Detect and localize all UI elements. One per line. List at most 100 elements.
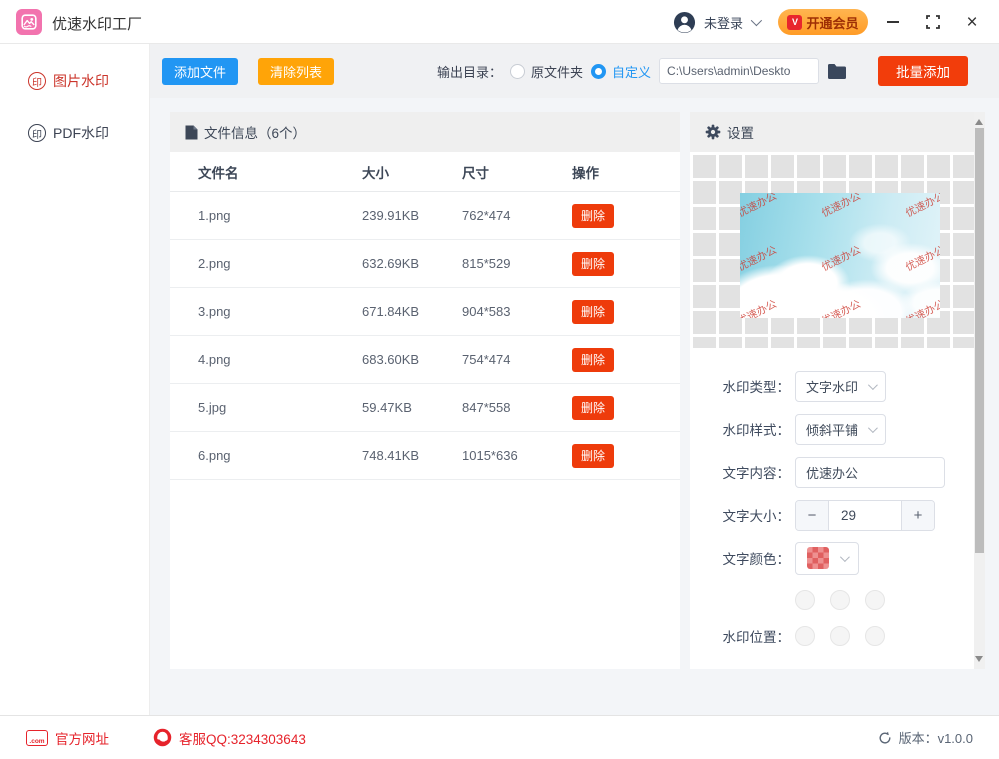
sidebar-item-image-watermark[interactable]: 印 图片水印 xyxy=(0,66,149,96)
file-info-panel: 文件信息（6个） 文件名 大小 尺寸 操作 1.png 239.91KB 762… xyxy=(170,112,680,669)
col-filename: 文件名 xyxy=(170,162,362,182)
file-name: 5.jpg xyxy=(170,400,362,415)
watermark-preview-image: 优速办公 优速办公 优速办公 优速办公 优速办公 优速办公 优速办公 优速办公 … xyxy=(740,193,940,318)
preview-area: 优速办公 优速办公 优速办公 优速办公 优速办公 优速办公 优速办公 优速办公 … xyxy=(690,152,985,348)
watermark-text: 优速办公 xyxy=(740,193,779,221)
footer: .com 官方网址 客服QQ:3234303643 版本：v1.0.0 xyxy=(0,715,999,759)
scroll-down-icon[interactable] xyxy=(975,656,983,662)
file-name: 6.png xyxy=(170,448,362,463)
file-dimensions: 815*529 xyxy=(462,256,572,271)
delete-button[interactable]: 删除 xyxy=(572,204,614,228)
minimize-icon xyxy=(887,21,899,23)
stamp-icon: 印 xyxy=(28,72,46,90)
text-size-label: 文字大小： xyxy=(690,505,790,525)
file-name: 2.png xyxy=(170,256,362,271)
delete-button[interactable]: 删除 xyxy=(572,444,614,468)
maximize-button[interactable] xyxy=(923,12,943,32)
table-row: 4.png 683.60KB 754*474 删除 xyxy=(170,336,680,384)
file-size: 632.69KB xyxy=(362,256,462,271)
watermark-style-select[interactable]: 倾斜平铺 xyxy=(795,414,886,445)
app-title: 优速水印工厂 xyxy=(52,13,142,34)
user-avatar-icon xyxy=(673,11,696,34)
watermark-text: 优速办公 xyxy=(903,296,940,318)
position-radio[interactable] xyxy=(865,626,885,646)
vip-button-label: 开通会员 xyxy=(806,13,858,32)
user-menu[interactable]: 未登录 xyxy=(673,0,759,44)
login-status: 未登录 xyxy=(704,13,743,32)
scrollbar-thumb[interactable] xyxy=(975,128,984,553)
text-content-input[interactable] xyxy=(795,457,945,488)
color-swatch xyxy=(807,547,829,569)
watermark-text: 优速办公 xyxy=(819,193,863,221)
decrease-button[interactable]: − xyxy=(796,501,829,530)
close-button[interactable]: × xyxy=(962,12,982,32)
watermark-text: 优速办公 xyxy=(819,242,863,274)
settings-scrollbar[interactable] xyxy=(974,112,985,669)
watermark-text: 优速办公 xyxy=(740,296,779,318)
maximize-icon xyxy=(926,15,940,29)
batch-add-button[interactable]: 批量添加 xyxy=(878,56,968,86)
position-row-middle: 水印位置： xyxy=(690,626,985,646)
add-files-button[interactable]: 添加文件 xyxy=(162,58,238,85)
table-header: 文件名 大小 尺寸 操作 xyxy=(170,152,680,192)
table-row: 3.png 671.84KB 904*583 删除 xyxy=(170,288,680,336)
official-website-label: 官方网址 xyxy=(55,728,109,748)
position-radio[interactable] xyxy=(795,626,815,646)
file-dimensions: 762*474 xyxy=(462,208,572,223)
radio-original-folder[interactable] xyxy=(510,64,525,79)
file-size: 671.84KB xyxy=(362,304,462,319)
file-size: 59.47KB xyxy=(362,400,462,415)
watermark-style-value: 倾斜平铺 xyxy=(806,420,858,439)
text-size-stepper: − 29 + xyxy=(795,500,935,531)
delete-button[interactable]: 删除 xyxy=(572,348,614,372)
file-panel-header: 文件信息（6个） xyxy=(170,112,680,152)
increase-button[interactable]: + xyxy=(901,501,934,530)
watermark-text: 优速办公 xyxy=(903,242,940,274)
minimize-button[interactable] xyxy=(883,12,903,32)
file-dimensions: 904*583 xyxy=(462,304,572,319)
settings-header: 设置 xyxy=(690,112,985,152)
scroll-up-icon[interactable] xyxy=(975,119,983,125)
text-content-label: 文字内容： xyxy=(690,462,790,482)
file-size: 748.41KB xyxy=(362,448,462,463)
watermark-type-label: 水印类型： xyxy=(690,376,790,396)
radio-original-folder-label[interactable]: 原文件夹 xyxy=(531,62,583,81)
customer-service-icon xyxy=(153,728,172,747)
file-dimensions: 754*474 xyxy=(462,352,572,367)
app-logo-icon xyxy=(16,9,42,35)
customer-service-link[interactable]: 客服QQ:3234303643 xyxy=(153,728,306,748)
chevron-down-icon xyxy=(868,423,878,433)
watermark-position-label: 水印位置： xyxy=(690,626,790,646)
radio-custom-folder-label[interactable]: 自定义 xyxy=(612,62,651,81)
sidebar: 印 图片水印 印 PDF水印 xyxy=(0,44,150,715)
update-icon[interactable] xyxy=(878,731,892,745)
position-radio[interactable] xyxy=(865,590,885,610)
file-size: 683.60KB xyxy=(362,352,462,367)
position-radio[interactable] xyxy=(795,590,815,610)
file-name: 4.png xyxy=(170,352,362,367)
watermark-text: 优速办公 xyxy=(819,296,863,318)
col-size: 大小 xyxy=(362,162,462,182)
delete-button[interactable]: 删除 xyxy=(572,252,614,276)
position-radio[interactable] xyxy=(830,590,850,610)
delete-button[interactable]: 删除 xyxy=(572,300,614,324)
delete-button[interactable]: 删除 xyxy=(572,396,614,420)
position-radio[interactable] xyxy=(830,626,850,646)
watermark-text: 优速办公 xyxy=(740,242,779,274)
output-path-input[interactable] xyxy=(659,58,819,84)
open-vip-button[interactable]: V 开通会员 xyxy=(778,9,868,35)
table-row: 2.png 632.69KB 815*529 删除 xyxy=(170,240,680,288)
file-dimensions: 1015*636 xyxy=(462,448,572,463)
sidebar-item-pdf-watermark[interactable]: 印 PDF水印 xyxy=(0,118,149,148)
watermark-text: 优速办公 xyxy=(903,193,940,221)
clear-list-button[interactable]: 清除列表 xyxy=(258,58,334,85)
settings-title: 设置 xyxy=(727,122,754,142)
watermark-type-select[interactable]: 文字水印 xyxy=(795,371,886,402)
file-panel-title: 文件信息（6个） xyxy=(204,122,306,142)
text-color-picker[interactable] xyxy=(795,542,859,575)
position-row-top xyxy=(795,590,985,610)
sidebar-item-label: 图片水印 xyxy=(53,71,109,91)
browse-folder-icon[interactable] xyxy=(827,63,847,80)
radio-custom-folder[interactable] xyxy=(591,64,606,79)
official-website-link[interactable]: .com 官方网址 xyxy=(26,728,109,748)
